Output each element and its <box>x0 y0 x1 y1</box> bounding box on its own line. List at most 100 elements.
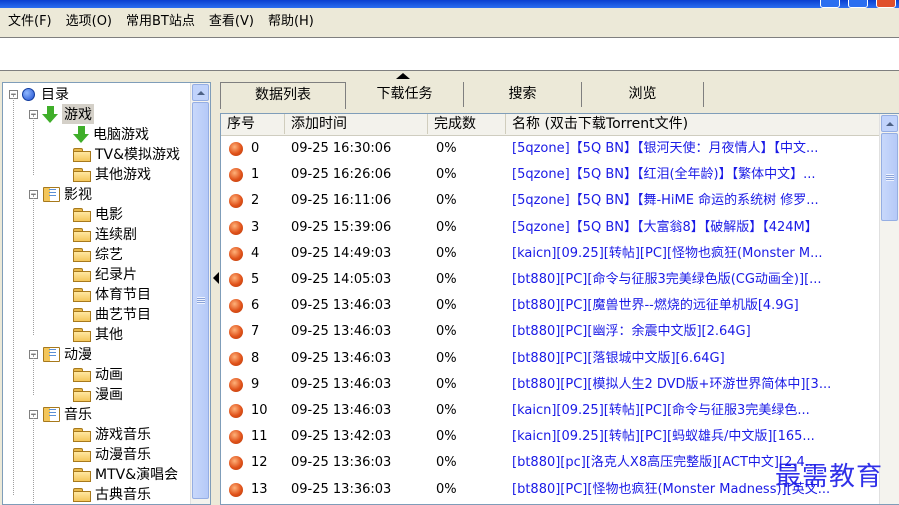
folder-icon <box>73 427 91 442</box>
tree-connector-line <box>13 95 14 495</box>
tree-connector-line <box>33 415 34 504</box>
folder-icon <box>73 207 91 222</box>
row-done: 0% <box>436 272 457 287</box>
row-index: 7 <box>251 324 260 340</box>
row-name: [bt880][PC][落银城中文版][6.64G] <box>512 350 725 366</box>
scroll-thumb[interactable] <box>192 102 209 499</box>
tree-item[interactable]: MTV&演唱会 <box>73 464 178 484</box>
menu-view[interactable]: 查看(V) <box>202 11 261 33</box>
row-index: 6 <box>251 298 260 314</box>
menu-options[interactable]: 选项(O) <box>59 11 119 33</box>
table-row[interactable]: 11 09-25 13:42:03 0% [kaicn][09.25][转帖][PC]… <box>221 424 881 450</box>
row-index: 1 <box>251 167 260 183</box>
folder-icon <box>73 447 91 462</box>
list-scrollbar[interactable] <box>879 114 899 504</box>
table-row[interactable]: 0 09-25 16:30:06 0% [5qzone]【5Q BN】【银河天使：月夜… <box>221 136 881 162</box>
book-icon <box>42 186 60 202</box>
table-row[interactable]: 3 09-25 15:39:06 0% [5qzone]【5Q BN】【大富翁8】【破… <box>221 215 881 241</box>
tree-item[interactable]: − 目录 <box>9 84 69 104</box>
row-done: 0% <box>436 350 457 366</box>
torrent-list: 序号 添加时间 完成数 名称 (双击下载Torrent文件) 0 09-25 16… <box>220 113 899 505</box>
row-time: 09-25 13:36:03 <box>291 455 392 471</box>
row-name: [bt880][PC][模拟人生2 DVD版+环游世界简体中][3... <box>512 376 832 392</box>
tree-item[interactable]: 体育节目 <box>73 284 151 304</box>
tree-item[interactable]: 连续剧 <box>73 224 137 244</box>
column-header-name[interactable]: 名称 (双击下载Torrent文件) <box>506 114 881 134</box>
tree-item[interactable]: − 游戏 <box>29 104 94 124</box>
menu-help[interactable]: 帮助(H) <box>261 11 321 33</box>
row-done: 0% <box>436 455 457 471</box>
chevron-up-icon <box>885 121 894 126</box>
tree-item-label: 曲艺节目 <box>95 307 151 323</box>
row-done: 0% <box>436 298 457 314</box>
tree-item[interactable]: − 动漫 <box>29 344 92 364</box>
scroll-thumb[interactable] <box>881 133 898 221</box>
row-done: 0% <box>436 324 457 340</box>
status-dot-icon <box>229 325 243 340</box>
tree-item[interactable]: 动画 <box>73 364 123 384</box>
status-dot-icon <box>229 220 243 235</box>
row-name: [bt880][PC][幽浮：余震中文版][2.64G] <box>512 324 751 340</box>
tree-item[interactable]: 曲艺节目 <box>73 304 151 324</box>
status-dot-icon <box>229 142 243 156</box>
table-row[interactable]: 2 09-25 16:11:06 0% [5qzone]【5Q BN】【舞-HiME … <box>221 188 881 214</box>
row-time: 09-25 13:46:03 <box>291 350 392 366</box>
row-done: 0% <box>436 429 457 445</box>
menu-file[interactable]: 文件(F) <box>0 11 59 33</box>
title-bar <box>0 0 899 8</box>
tree-item[interactable]: 其他游戏 <box>73 164 151 184</box>
tree-item[interactable]: TV&模拟游戏 <box>73 144 180 164</box>
tree-item[interactable]: − 音乐 <box>29 404 92 424</box>
tree-connector-line <box>33 195 34 335</box>
tab-download-tasks[interactable]: 下载任务 <box>346 82 464 107</box>
tree-item[interactable]: 电脑游戏 <box>73 124 149 144</box>
table-row[interactable]: 10 09-25 13:46:03 0% [kaicn][09.25][转帖][PC]… <box>221 398 881 424</box>
tab-search[interactable]: 搜索 <box>464 82 582 107</box>
row-index: 0 <box>251 141 260 156</box>
close-button[interactable] <box>876 0 896 8</box>
status-dot-icon <box>229 246 243 261</box>
tree-item[interactable]: 综艺 <box>73 244 123 264</box>
table-row[interactable]: 1 09-25 16:26:06 0% [5qzone]【5Q BN】【红泪(全年龄)… <box>221 162 881 188</box>
tree-item-label: 游戏 <box>62 104 94 124</box>
minimize-button[interactable] <box>820 0 840 8</box>
tree-item[interactable]: 动漫音乐 <box>73 444 151 464</box>
column-header-done[interactable]: 完成数 <box>428 114 506 134</box>
splitter-collapse-left-icon[interactable] <box>213 272 219 284</box>
tab-data-list[interactable]: 数据列表 <box>220 82 346 109</box>
tree-item[interactable]: 电影 <box>73 204 123 224</box>
maximize-button[interactable] <box>848 0 868 8</box>
column-header-time[interactable]: 添加时间 <box>285 114 428 134</box>
tree-item[interactable]: 其他 <box>73 324 123 344</box>
table-row[interactable]: 7 09-25 13:46:03 0% [bt880][PC][幽浮：余震中文版][2… <box>221 319 881 345</box>
address-bar[interactable] <box>0 37 899 71</box>
table-row[interactable]: 4 09-25 14:49:03 0% [kaicn][09.25][转帖][PC][… <box>221 241 881 267</box>
folder-icon <box>73 167 91 182</box>
table-row[interactable]: 8 09-25 13:46:03 0% [bt880][PC][落银城中文版][6.6… <box>221 346 881 372</box>
tree-item-label: 漫画 <box>95 387 123 403</box>
scroll-up-button[interactable] <box>192 84 209 101</box>
table-row[interactable]: 5 09-25 14:05:03 0% [bt880][PC][命令与征服3完美绿色版… <box>221 267 881 293</box>
tree-item[interactable]: 漫画 <box>73 384 123 404</box>
tree-item[interactable]: 古典音乐 <box>73 484 151 504</box>
table-row[interactable]: 6 09-25 13:46:03 0% [bt880][PC][魔兽世界--燃烧的远征… <box>221 293 881 319</box>
column-header-index[interactable]: 序号 <box>221 114 285 134</box>
menu-bt-sites[interactable]: 常用BT站点 <box>119 11 202 33</box>
status-dot-icon <box>229 482 243 497</box>
table-row[interactable]: 9 09-25 13:46:03 0% [bt880][PC][模拟人生2 DVD版+… <box>221 372 881 398</box>
row-done: 0% <box>436 403 457 418</box>
tab-browse[interactable]: 浏览 <box>582 82 704 107</box>
splitter-collapse-up-icon[interactable] <box>396 73 410 79</box>
tree-item[interactable]: 纪录片 <box>73 264 137 284</box>
chevron-up-icon <box>196 90 205 95</box>
scroll-up-button[interactable] <box>881 115 898 132</box>
tree-item[interactable]: − 影视 <box>29 184 92 204</box>
tree-scrollbar[interactable] <box>190 83 210 504</box>
status-dot-icon <box>229 377 243 392</box>
row-index: 9 <box>251 376 260 392</box>
row-time: 09-25 16:30:06 <box>291 141 392 156</box>
tree-item-label: MTV&演唱会 <box>95 467 179 483</box>
tree-item[interactable]: 游戏音乐 <box>73 424 151 444</box>
menu-bar: 文件(F) 选项(O) 常用BT站点 查看(V) 帮助(H) <box>0 8 899 36</box>
row-done: 0% <box>436 376 457 392</box>
